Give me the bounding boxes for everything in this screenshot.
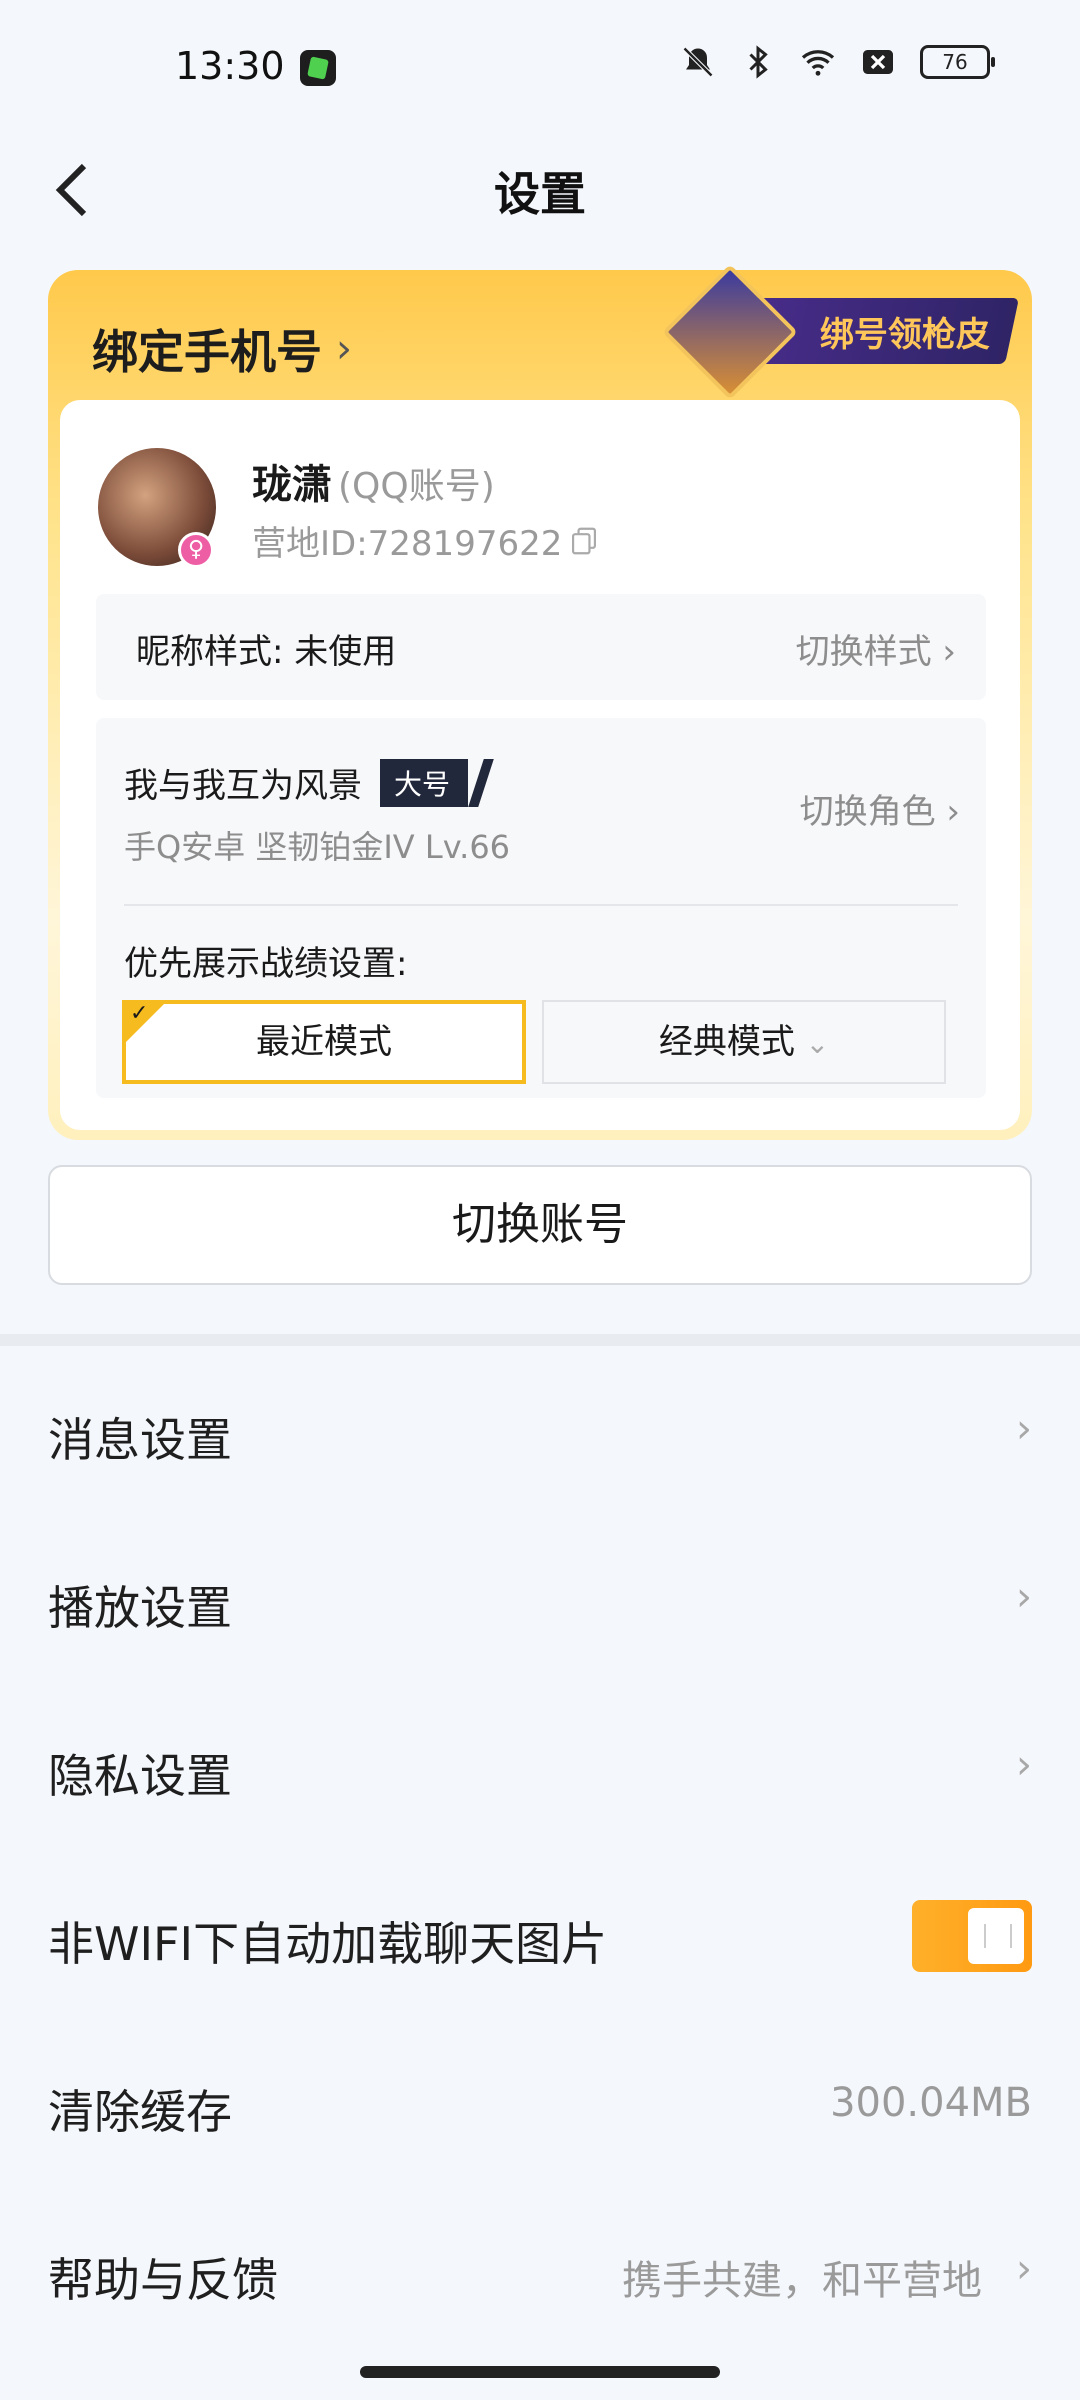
mode-classic-dropdown[interactable]: 经典模式 ⌄ [542,1000,946,1084]
account-type: (QQ账号) [338,466,495,507]
switch-role-link[interactable]: 切换角色 › [800,784,960,833]
auto-load-toggle[interactable] [912,1900,1032,1972]
settings-row-clear-cache[interactable]: 清除缓存 300.04MB [0,2018,1080,2186]
account-card: 绑定手机号 › 绑号领枪皮 ♀ 珑潇 (QQ账号) 营地ID:728197622 … [48,264,1032,1140]
settings-row-auto-load-images: 非WIFI下自动加载聊天图片 [0,1850,1080,2018]
mute-bell-icon [682,46,714,78]
section-separator [0,1334,1080,1346]
settings-row-playback[interactable]: 播放设置 › [0,1514,1080,1682]
row-label: 清除缓存 [48,2085,232,2139]
status-bar: 13:30 76 [0,0,1080,140]
record-setting-label: 优先展示战绩设置: [124,944,408,984]
row-label: 隐私设置 [48,1749,232,1803]
checkmark-icon: ✓ [130,1001,149,1026]
switch-account-button[interactable]: 切换账号 [48,1165,1032,1285]
settings-row-privacy[interactable]: 隐私设置 › [0,1682,1080,1850]
chevron-right-icon: › [1016,1406,1032,1452]
cache-size: 300.04MB [830,2080,1032,2126]
bind-phone-label: 绑定手机号 [92,325,322,379]
page-title: 设置 [494,167,586,221]
settings-row-message[interactable]: 消息设置 › [0,1346,1080,1514]
camp-id-line: 营地ID:728197622 [252,516,598,565]
bluetooth-icon [749,45,768,79]
mode-recent-option[interactable]: ✓ 最近模式 [122,1000,526,1084]
battery-level: 76 [942,50,968,74]
user-name-line: 珑潇 (QQ账号) [252,452,495,510]
switch-style-label: 切换样式 [795,632,932,672]
chevron-right-icon: › [336,326,352,372]
mode-classic-label: 经典模式 [658,1022,795,1062]
row-label: 非WIFI下自动加载聊天图片 [48,1917,608,1971]
home-indicator[interactable] [360,2366,720,2378]
nickname-style-row[interactable]: 昵称样式: 未使用 切换样式 › [96,594,986,700]
chevron-right-icon: › [1016,1574,1032,1620]
role-meta: 手Q安卓 坚韧铂金IV Lv.66 [124,828,511,866]
nickname-style-label: 昵称样式: 未使用 [136,632,397,672]
header: 设置 [0,140,1080,240]
row-label: 帮助与反馈 [48,2253,278,2307]
close-box-icon [863,50,893,74]
wifi-icon [801,50,835,76]
card-top: 绑定手机号 › 绑号领枪皮 [48,264,1028,400]
chevron-right-icon: › [1016,2246,1032,2292]
app-badge-icon [300,50,336,86]
role-name: 我与我互为风景 [124,766,362,806]
help-slogan: 携手共建，和平营地 [622,2258,982,2304]
card-inner: ♀ 珑潇 (QQ账号) 营地ID:728197622 昵称样式: 未使用 切换样式… [60,400,1020,1130]
role-box: 我与我互为风景 大号 手Q安卓 坚韧铂金IV Lv.66 切换角色 › 优先展示… [96,718,986,1098]
main-account-badge: 大号 [380,758,469,807]
chevron-right-icon: › [942,632,956,672]
settings-row-help[interactable]: 帮助与反馈 携手共建，和平营地 › [0,2186,1080,2354]
status-icons: 76 [680,44,995,80]
row-label: 播放设置 [48,1581,232,1635]
user-name: 珑潇 [252,462,332,508]
copy-icon[interactable] [570,526,598,556]
camp-id: 营地ID:728197622 [252,524,563,564]
battery-icon: 76 [920,45,995,79]
bind-phone-link[interactable]: 绑定手机号 › [92,316,352,382]
skin-promo-label: 绑号领枪皮 [820,314,990,355]
divider [124,904,958,906]
female-icon: ♀ [178,532,214,568]
chevron-right-icon: › [1016,1742,1032,1788]
chevron-down-icon: ⌄ [805,1027,830,1060]
role-name-line: 我与我互为风景 大号 [124,758,469,807]
chevron-right-icon: › [946,792,960,832]
row-label: 消息设置 [48,1413,232,1467]
switch-style-link[interactable]: 切换样式 › [796,624,956,673]
toggle-knob [968,1908,1024,1964]
switch-role-label: 切换角色 [799,792,936,832]
mode-recent-label: 最近模式 [256,1022,392,1062]
status-time: 13:30 [175,44,285,88]
gun-skin-icon [662,264,798,400]
